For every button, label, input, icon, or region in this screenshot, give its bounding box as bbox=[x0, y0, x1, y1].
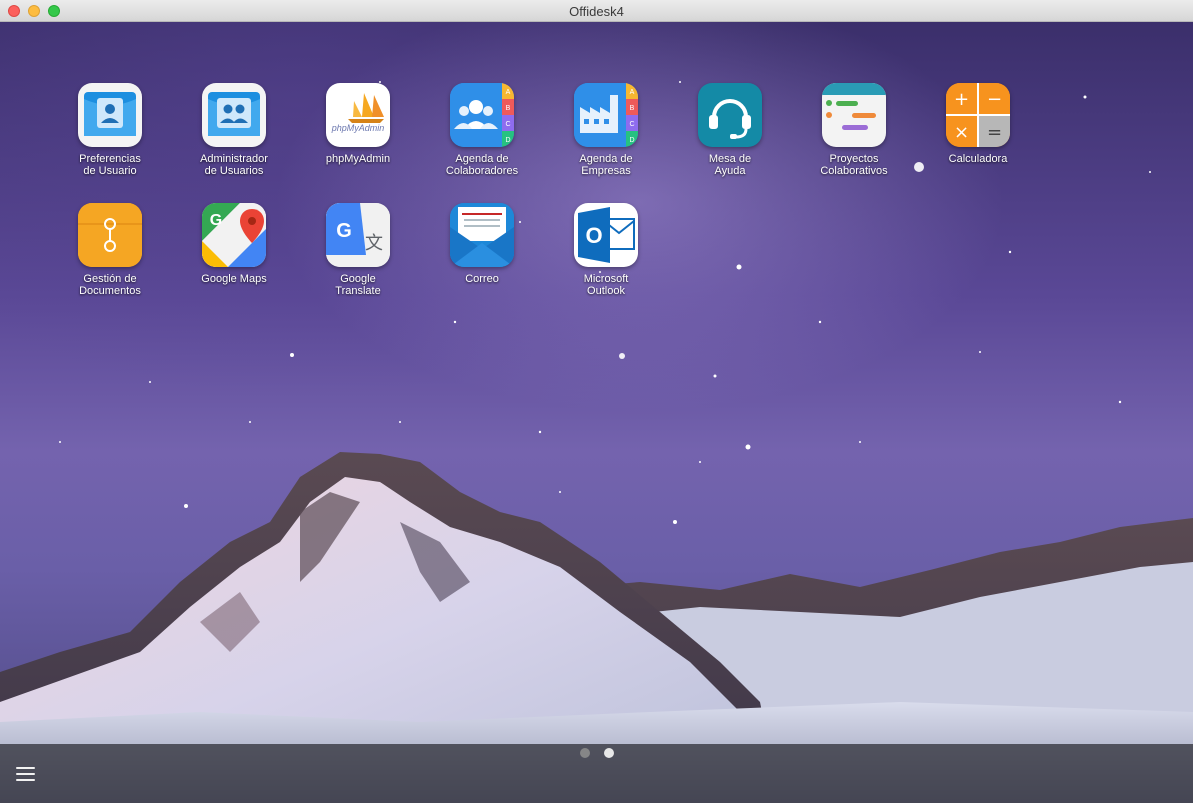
app-label: Administrador de Usuarios bbox=[200, 153, 268, 177]
svg-text:A: A bbox=[630, 89, 635, 96]
app-microsoft-outlook[interactable]: O Microsoft Outlook bbox=[551, 203, 661, 297]
app-label: phpMyAdmin bbox=[325, 153, 391, 165]
headset-icon bbox=[698, 83, 762, 147]
app-window: Offidesk4 Preferencias de Usuario Admini… bbox=[0, 0, 1193, 803]
google-maps-icon: G bbox=[202, 203, 266, 267]
app-google-translate[interactable]: G文 Google Translate bbox=[303, 203, 413, 297]
app-label: Calculadora bbox=[948, 153, 1008, 165]
user-card-icon bbox=[78, 83, 142, 147]
app-correo[interactable]: Correo bbox=[427, 203, 537, 285]
svg-text:phpMyAdmin: phpMyAdmin bbox=[331, 123, 385, 133]
contacts-book-icon: A B C D bbox=[450, 83, 514, 147]
page-indicator-1[interactable] bbox=[580, 748, 590, 758]
app-proyectos-colaborativos[interactable]: Proyectos Colaborativos bbox=[799, 83, 909, 177]
app-agenda-de-colaboradores[interactable]: A B C D Agenda de Colaboradores bbox=[427, 83, 537, 177]
svg-text:G: G bbox=[336, 220, 352, 242]
app-gestion-de-documentos[interactable]: Gestión de Documentos bbox=[55, 203, 165, 297]
desktop: Preferencias de Usuario Administrador de… bbox=[0, 22, 1193, 803]
app-mesa-de-ayuda[interactable]: Mesa de Ayuda bbox=[675, 83, 785, 177]
users-card-icon bbox=[202, 83, 266, 147]
hamburger-menu-icon[interactable] bbox=[16, 767, 35, 781]
svg-text:×: × bbox=[954, 122, 969, 143]
app-label: Mesa de Ayuda bbox=[708, 153, 752, 177]
app-google-maps[interactable]: G Google Maps bbox=[179, 203, 289, 285]
folder-icon bbox=[78, 203, 142, 267]
svg-text:文: 文 bbox=[365, 233, 383, 254]
app-label: Correo bbox=[465, 273, 499, 285]
app-label: Google Maps bbox=[201, 273, 267, 285]
app-label: Agenda de Empresas bbox=[579, 153, 633, 177]
page-indicator-2-active[interactable] bbox=[604, 748, 614, 758]
app-label: Proyectos Colaborativos bbox=[820, 153, 888, 177]
svg-text:A: A bbox=[506, 89, 511, 96]
svg-text:G: G bbox=[210, 212, 222, 229]
google-translate-icon: G文 bbox=[326, 203, 390, 267]
app-label: Microsoft Outlook bbox=[583, 273, 629, 297]
app-calculadora[interactable]: + − × = Calculadora bbox=[923, 83, 1033, 165]
svg-text:B: B bbox=[630, 105, 635, 112]
svg-text:D: D bbox=[505, 137, 510, 144]
svg-text:C: C bbox=[505, 121, 510, 128]
bottom-dock bbox=[0, 744, 1193, 803]
app-phpmyadmin[interactable]: phpMyAdmin phpMyAdmin bbox=[303, 83, 413, 165]
app-label: Google Translate bbox=[335, 273, 381, 297]
outlook-icon: O bbox=[574, 203, 638, 267]
gantt-icon bbox=[822, 83, 886, 147]
svg-text:D: D bbox=[629, 137, 634, 144]
app-label: Agenda de Colaboradores bbox=[445, 153, 519, 177]
svg-text:B: B bbox=[506, 105, 511, 112]
svg-text:C: C bbox=[629, 121, 634, 128]
title-bar[interactable]: Offidesk4 bbox=[0, 0, 1193, 22]
calculator-icon: + − × = bbox=[946, 83, 1010, 147]
svg-text:−: − bbox=[987, 89, 1002, 110]
window-title: Offidesk4 bbox=[569, 4, 624, 19]
svg-text:=: = bbox=[987, 122, 1002, 143]
app-agenda-de-empresas[interactable]: A B C D Agenda de Empresas bbox=[551, 83, 661, 177]
factory-book-icon: A B C D bbox=[574, 83, 638, 147]
svg-text:O: O bbox=[585, 223, 602, 248]
mail-icon bbox=[450, 203, 514, 267]
svg-text:+: + bbox=[954, 89, 969, 110]
app-administrador-de-usuarios[interactable]: Administrador de Usuarios bbox=[179, 83, 289, 177]
app-label: Preferencias de Usuario bbox=[79, 153, 141, 177]
app-preferencias-de-usuario[interactable]: Preferencias de Usuario bbox=[55, 83, 165, 177]
app-label: Gestión de Documentos bbox=[79, 273, 141, 297]
phpmyadmin-icon: phpMyAdmin bbox=[326, 83, 390, 147]
